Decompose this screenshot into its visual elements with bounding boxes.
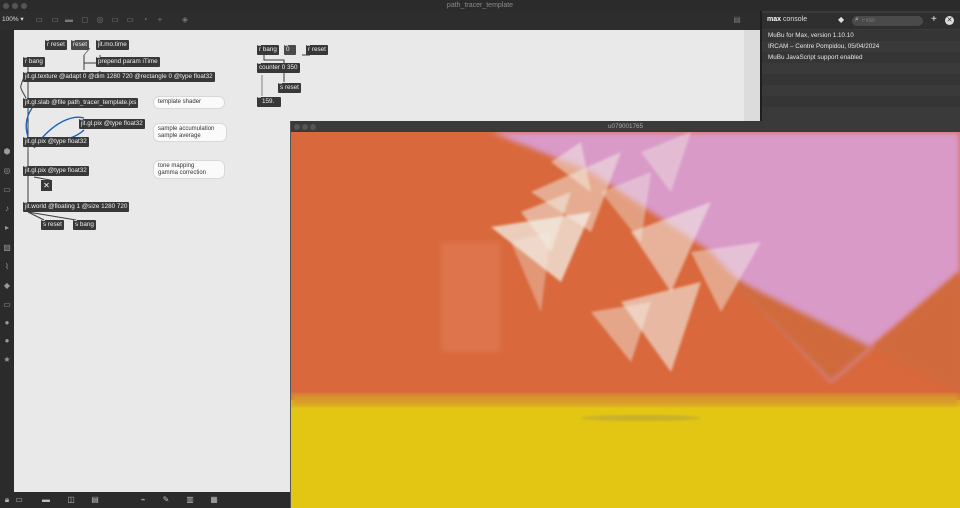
cube-icon[interactable]: ⬢ [2,147,12,157]
windows-icon[interactable]: ◫ [66,495,76,505]
cable-icon[interactable]: ⌁ [138,495,148,505]
comment-line: gamma correction [158,170,207,176]
left-sidebar [0,30,14,492]
comment-text: template shader [158,99,202,105]
dial-object-icon[interactable]: ◔ [140,15,150,25]
window-title: path_tracer_template [446,2,514,9]
jit-gl-texture-object[interactable]: jit.gl.texture @adapt 0 @dim 1280 720 @r… [23,72,215,82]
console-line: IRCAM – Centre Pompidou, 05/04/2024 [762,41,960,52]
zoom-level-menu[interactable]: 100% ▾ [2,15,24,23]
render-window-title: u079001765 [607,123,644,130]
presentation-icon[interactable]: ▭ [14,495,24,505]
reset-message[interactable]: reset [71,40,89,50]
comment-line: sample average [158,133,201,139]
add-object-icon[interactable]: + [155,15,165,25]
slider-object-icon[interactable]: ▭ [125,15,135,25]
music-note-icon[interactable]: ♪ [2,204,12,214]
console-line-empty [762,85,960,96]
number-value: 159. [262,98,275,105]
sample-accumulation-comment: sample accumulation sample average [153,123,227,142]
s-bang-object[interactable]: s bang [73,220,96,230]
prepend-param-object[interactable]: prepend param iTime [96,57,160,67]
search-icon: ⌕ [855,16,859,23]
console-line-empty [762,107,960,118]
toggle-object[interactable]: ✕ [41,180,52,191]
grid-view-icon[interactable]: ▤ [732,15,742,25]
console-line: MuBu for Max, version 1.10.10 [762,30,960,41]
comment-line: sample accumulation [158,126,215,132]
grid-snap-icon[interactable]: ▤ [90,495,100,505]
new-comment-icon[interactable]: ▬ [64,15,74,25]
chat-icon[interactable]: ▭ [2,300,12,310]
console-title: max console [767,16,807,23]
console-line-empty [762,63,960,74]
counter-number-box[interactable]: 159. [257,97,281,107]
console-line-empty [762,96,960,107]
counter-object[interactable]: counter 0 350 [257,63,300,73]
keyboard-icon[interactable]: ▦ [209,495,219,505]
help-icon[interactable]: ● [2,318,12,328]
jit-gl-slab-object[interactable]: jit.gl.slab @file path_tracer_template.j… [23,98,139,108]
folder-icon[interactable]: ▭ [2,185,12,195]
scene-ghost-panels [441,242,501,352]
r-reset-counter-object[interactable]: r reset [306,45,328,55]
target-icon[interactable]: ◎ [2,166,12,176]
jit-world-object[interactable]: jit.world @floating 1 @size 1280 720 [23,202,130,212]
r-reset-object[interactable]: r reset [45,40,67,50]
user-icon[interactable]: ● [2,336,12,346]
s-reset-object[interactable]: s reset [41,220,64,230]
template-shader-comment: template shader [153,96,225,109]
scene-horizon-blend [291,394,960,406]
r-bang-object[interactable]: r bang [23,57,45,67]
button-object-icon[interactable]: ◻ [80,15,90,25]
scene-floor-shadow [581,415,701,421]
columns-icon[interactable]: ▥ [185,495,195,505]
new-object-icon[interactable]: ▭ [34,15,44,25]
wrench-icon[interactable]: ✎ [161,495,171,505]
rendered-scene [291,132,960,508]
console-line-empty [762,74,960,85]
clear-console-icon[interactable]: ✕ [945,16,954,25]
playback-icon[interactable]: ▸ [2,223,12,233]
comment-line: tone mapping [158,163,195,169]
console-filter-input[interactable] [852,16,923,26]
diamond-icon[interactable]: ◆ [838,15,844,24]
jit-gl-pix-average-object[interactable]: jit.gl.pix @type float32 [23,137,89,147]
lock-icon[interactable]: 🔒︎ [2,495,12,505]
add-icon[interactable]: + [931,14,937,25]
star-icon[interactable]: ★ [2,355,12,365]
s-reset-counter-object[interactable]: s reset [278,83,301,93]
zero-message[interactable]: 0 [284,45,296,55]
number-object-icon[interactable]: ▭ [110,15,120,25]
jit-gl-pix-accum-object[interactable]: jit.gl.pix @type float32 [79,119,145,129]
console-title-bold: max [767,16,782,23]
comment-icon[interactable]: ▬ [41,495,51,505]
package-icon[interactable]: ◆ [2,281,12,291]
r-bang-counter-object[interactable]: r bang [257,45,279,55]
toggle-object-icon[interactable]: ◎ [95,15,105,25]
console-title-rest: console [781,16,808,23]
jit-mo-time-object[interactable]: jit.mo.time [96,40,129,50]
image-icon[interactable]: ▨ [2,243,12,253]
paint-bucket-icon[interactable]: ◈ [180,15,190,25]
new-message-icon[interactable]: ▭ [50,15,60,25]
console-line: MuBu JavaScript support enabled [762,52,960,63]
paperclip-icon[interactable]: ⌇ [2,262,12,272]
zoom-level: 100% [2,16,19,23]
tone-mapping-comment: tone mapping gamma correction [153,160,225,179]
jit-gl-pix-tonemap-object[interactable]: jit.gl.pix @type float32 [23,166,89,176]
